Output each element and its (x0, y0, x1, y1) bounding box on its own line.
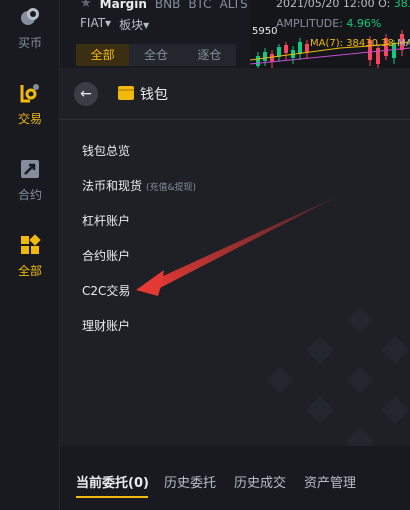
segment-cross[interactable]: 全仓 (129, 44, 182, 66)
menu-item-label: 杠杆账户 (82, 214, 131, 228)
app-root: 买币 交易 合约 全部 ★ Margin BNB BTC ALTS FIAT▾ … (0, 0, 410, 510)
menu-item-wallet-overview[interactable]: 钱包总览 (82, 142, 130, 159)
chart-ma-legend: MA(7): 38430.38 MA(2 (310, 38, 410, 49)
nav-label-futures: 合约 (17, 188, 42, 202)
menu-item-note: (充值&提现) (146, 183, 197, 193)
menu-item-fiat-spot[interactable]: 法币和现货 (充值&提现) (82, 177, 196, 194)
nav-label-trade: 交易 (17, 112, 42, 126)
tab-order-history[interactable]: 历史委托 (164, 472, 216, 491)
wallet-icon (118, 86, 134, 100)
menu-item-futures-account[interactable]: 合约账户 (82, 247, 130, 264)
wallet-menu-title: 钱包 (140, 87, 168, 103)
market-tab-bnb[interactable]: BNB (155, 0, 180, 11)
segment-all[interactable]: 全部 (76, 44, 130, 66)
orders-tabs-bar: 当前委托(0) 历史委托 历史成交 资产管理 (60, 446, 410, 510)
chart-open-label: O: (378, 0, 391, 10)
ma7-value: MA(7): 38430.38 (310, 38, 394, 49)
tab-asset-management[interactable]: 资产管理 (304, 472, 356, 491)
chart-date: 2021/05/20 12:00 O: 3834 (276, 0, 410, 10)
market-tab-margin[interactable]: Margin (100, 0, 147, 11)
segment-isolated[interactable]: 逐仓 (183, 44, 236, 66)
trade-icon (20, 84, 39, 103)
nav-item-all[interactable]: 全部 (0, 234, 60, 290)
menu-item-earn-account[interactable]: 理财账户 (82, 317, 130, 334)
wallet-menu-panel: ← 钱包 钱包总览 法币和现货 (充值&提现) 杠杆账户 合约账户 C2C交易 理… (60, 68, 410, 446)
market-tab-alts[interactable]: ALTS (220, 0, 248, 11)
tab-open-orders[interactable]: 当前委托(0) (76, 472, 149, 491)
market-tabs: ★ Margin BNB BTC ALTS (80, 0, 248, 11)
active-tab-underline (76, 496, 148, 498)
futures-icon (21, 160, 39, 178)
chart-amplitude: AMPLITUDE: 4.96% (276, 17, 381, 30)
filter-fiat[interactable]: FIAT▾ (80, 16, 111, 33)
menu-item-label: C2C交易 (82, 284, 131, 298)
nav-label-all: 全部 (17, 264, 42, 278)
market-tab-btc[interactable]: BTC (188, 0, 211, 11)
back-arrow-icon[interactable]: ← (74, 82, 98, 106)
chart-open-value: 3834 (393, 0, 410, 10)
menu-item-label: 理财账户 (82, 319, 131, 333)
chart-date-label: 2021/05/20 12:00 (276, 0, 375, 10)
menu-item-label: 法币和现货 (82, 179, 143, 193)
filter-sector[interactable]: 板块▾ (119, 16, 149, 33)
menu-item-label: 钱包总览 (82, 144, 131, 158)
nav-item-futures[interactable]: 合约 (0, 158, 60, 214)
nav-item-trade[interactable]: 交易 (0, 82, 60, 138)
chart-price-tick: 5950 (252, 26, 278, 37)
ma-other-value: MA(2 (397, 38, 410, 49)
menu-item-margin-account[interactable]: 杠杆账户 (82, 212, 130, 229)
nav-item-buy-crypto[interactable]: 买币 (0, 6, 60, 62)
amplitude-label: AMPLITUDE: (276, 17, 343, 30)
left-nav: 买币 交易 合约 全部 (0, 0, 60, 510)
menu-item-label: 合约账户 (82, 249, 131, 263)
panel-background-pattern (266, 306, 409, 446)
wallet-menu-header: ← 钱包 (60, 68, 410, 120)
margin-mode-segment: 全部 全仓 逐仓 (76, 44, 236, 66)
menu-item-c2c-trading[interactable]: C2C交易 (82, 282, 130, 299)
coin-buy-icon (21, 8, 39, 25)
amplitude-value: 4.96% (346, 17, 382, 30)
nav-label-buy-crypto: 买币 (17, 36, 42, 50)
favorite-star-icon[interactable]: ★ (80, 0, 92, 11)
tab-trade-history[interactable]: 历史成交 (234, 472, 286, 491)
market-filters: FIAT▾ 板块▾ (80, 16, 149, 33)
grid-all-icon (21, 234, 41, 254)
